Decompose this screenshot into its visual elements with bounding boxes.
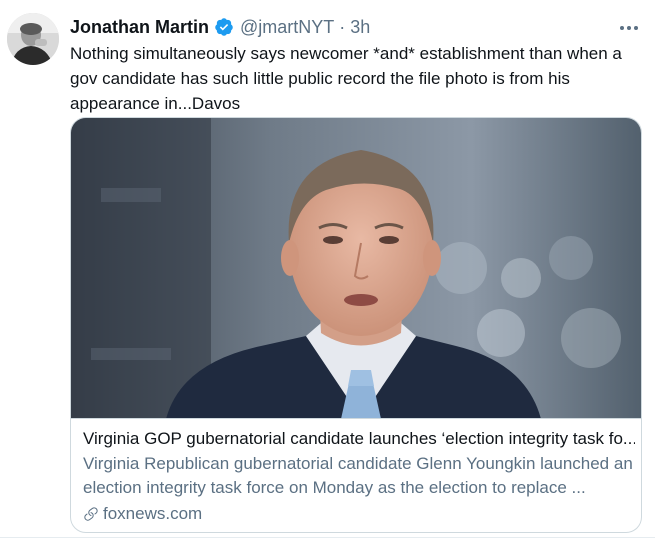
tweet-header: Jonathan Martin @jmartNYT · 3h [70, 14, 370, 40]
author-handle[interactable]: @jmartNYT [240, 17, 334, 38]
card-body: Virginia GOP gubernatorial candidate lau… [83, 427, 635, 526]
tweet[interactable]: Jonathan Martin @jmartNYT · 3h Nothing s… [0, 0, 655, 538]
avatar[interactable] [7, 13, 59, 65]
tweet-text: Nothing simultaneously says newcomer *an… [70, 44, 622, 113]
more-options-icon[interactable] [617, 16, 641, 40]
card-domain-text: foxnews.com [103, 504, 203, 523]
header-separator: · [339, 16, 346, 37]
card-description: Virginia Republican gubernatorial candid… [83, 454, 633, 497]
card-image[interactable] [71, 118, 641, 419]
verified-badge-icon [214, 17, 234, 37]
card-domain[interactable]: foxnews.com [83, 502, 635, 526]
author-name[interactable]: Jonathan Martin [70, 17, 209, 38]
link-icon [84, 507, 98, 521]
tweet-timestamp[interactable]: 3h [350, 17, 370, 38]
link-card[interactable]: Virginia GOP gubernatorial candidate lau… [70, 117, 642, 533]
card-title[interactable]: Virginia GOP gubernatorial candidate lau… [83, 427, 635, 451]
